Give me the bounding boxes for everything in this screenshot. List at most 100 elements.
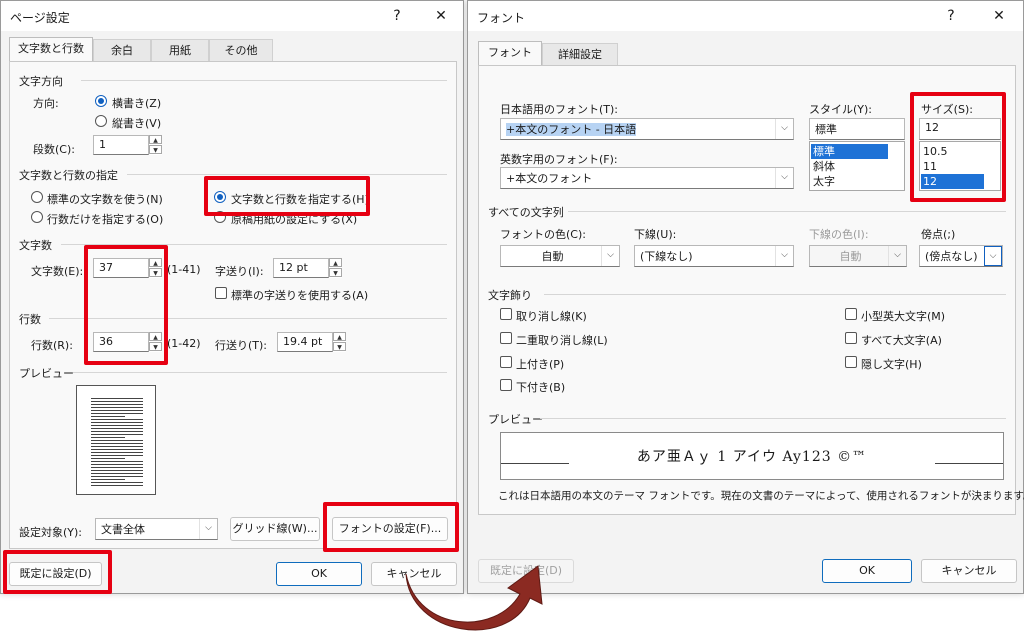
small-caps-label[interactable]: 小型英大文字(M) [861, 308, 945, 324]
style-input[interactable]: 標準 [809, 118, 905, 140]
tab-paper[interactable]: 用紙 [151, 39, 209, 61]
style-option-bold[interactable]: 太字 [811, 174, 888, 189]
line-pitch-spinner[interactable]: ▲ ▼ [333, 332, 346, 352]
chevron-down-icon[interactable]: ⌵ [775, 168, 793, 188]
ok-button[interactable]: OK [276, 562, 362, 586]
preview-text-line [91, 452, 143, 453]
underline-select[interactable]: (下線なし) ⌵ [634, 245, 794, 267]
line-pitch-input[interactable]: 19.4 pt [277, 332, 333, 352]
page-setup-titlebar: ページ設定 ? ✕ [1, 1, 463, 31]
preview-section-label: プレビュー [19, 367, 74, 380]
font-preview-box: あア亜Ａｙ 1 アイウ Ay123 ©™ [500, 432, 1004, 480]
tab-font[interactable]: フォント [478, 41, 542, 65]
lines-range: (1-42) [167, 337, 201, 350]
hidden-checkbox[interactable] [845, 356, 857, 368]
chevron-down-icon: ⌵ [888, 246, 906, 266]
vertical-radio-label[interactable]: 縦書き(V) [112, 115, 161, 131]
grid-lines-button[interactable]: グリッド線(W)... [230, 517, 320, 541]
tab-advanced[interactable]: 詳細設定 [542, 43, 618, 65]
chevron-down-icon[interactable]: ⌵ [199, 519, 217, 539]
horizontal-radio-label[interactable]: 横書き(Z) [112, 95, 161, 111]
preview-text-line [91, 440, 143, 441]
all-caps-label[interactable]: すべて大文字(A) [861, 332, 942, 348]
chevron-down-icon[interactable]: ⌵ [601, 246, 619, 266]
preview-text-line [91, 428, 143, 429]
char-pitch-label: 字送り(I): [215, 265, 264, 278]
preview-text-line [91, 410, 143, 411]
transition-arrow-icon [405, 565, 543, 631]
emphasis-select[interactable]: (傍点なし) ⌵ [919, 245, 1003, 267]
lines-only-radio[interactable] [31, 211, 43, 223]
arrow-body [405, 565, 543, 631]
double-strikethrough-label[interactable]: 二重取り消し線(L) [516, 332, 608, 348]
all-caps-checkbox[interactable] [845, 332, 857, 344]
font-ok-button[interactable]: OK [822, 559, 912, 583]
apply-to-select[interactable]: 文書全体 ⌵ [95, 518, 218, 540]
columns-spinner[interactable]: ▲ ▼ [149, 135, 162, 155]
effects-section-label: 文字飾り [488, 289, 532, 302]
preview-separator [73, 372, 447, 373]
style-list[interactable]: 標準 斜体 太字 [809, 141, 905, 191]
superscript-label[interactable]: 上付き(P) [516, 356, 564, 372]
standard-pitch-label[interactable]: 標準の字送りを使用する(A) [231, 287, 368, 303]
highlight-chars-lines-radio [204, 176, 370, 216]
style-option-regular[interactable]: 標準 [811, 144, 888, 159]
strikethrough-label[interactable]: 取り消し線(K) [516, 308, 587, 324]
page-setup-tabs: 文字数と行数 余白 用紙 その他 [9, 37, 459, 63]
double-strikethrough-checkbox[interactable] [500, 332, 512, 344]
font-preview-note: これは日本語用の本文のテーマ フォントです。現在の文書のテーマによって、使用され… [498, 490, 1024, 502]
spin-down-icon[interactable]: ▼ [333, 342, 346, 351]
tab-margins[interactable]: 余白 [93, 39, 151, 61]
emphasis-value: (傍点なし) [925, 250, 978, 263]
chevron-down-icon[interactable]: ⌵ [775, 119, 793, 139]
chevron-down-icon[interactable]: ⌵ [775, 246, 793, 266]
superscript-checkbox[interactable] [500, 356, 512, 368]
horizontal-radio[interactable] [95, 95, 107, 107]
close-icon[interactable]: ✕ [988, 5, 1010, 27]
vertical-radio[interactable] [95, 115, 107, 127]
char-pitch-spinner[interactable]: ▲ ▼ [329, 258, 342, 278]
en-font-select[interactable]: +本文のフォント ⌵ [500, 167, 794, 189]
small-caps-checkbox[interactable] [845, 308, 857, 320]
jp-font-select[interactable]: +本文のフォント - 日本語 ⌵ [500, 118, 794, 140]
preview-text-line [91, 419, 143, 420]
hidden-label[interactable]: 隠し文字(H) [861, 356, 922, 372]
preview-text-line [91, 431, 143, 432]
subscript-label[interactable]: 下付き(B) [516, 379, 565, 395]
font-preview-section-label: プレビュー [488, 413, 543, 426]
preview-text-line [91, 398, 143, 399]
standard-chars-radio[interactable] [31, 191, 43, 203]
strikethrough-checkbox[interactable] [500, 308, 512, 320]
preview-text-line [91, 401, 143, 402]
font-preview-separator [540, 418, 1006, 419]
spin-up-icon[interactable]: ▲ [329, 258, 342, 267]
char-pitch-input[interactable]: 12 pt [273, 258, 329, 278]
font-color-select[interactable]: 自動 ⌵ [500, 245, 620, 267]
standard-pitch-checkbox[interactable] [215, 287, 227, 299]
close-icon[interactable]: ✕ [430, 5, 452, 27]
spin-up-icon[interactable]: ▲ [333, 332, 346, 341]
spin-down-icon[interactable]: ▼ [149, 145, 162, 154]
direction-label: 方向: [33, 97, 59, 110]
tab-chars-lines[interactable]: 文字数と行数 [9, 37, 93, 61]
columns-input[interactable]: 1 [93, 135, 149, 155]
preview-text-line [91, 404, 143, 405]
font-titlebar: フォント ? ✕ [468, 1, 1023, 31]
preview-text-line [91, 443, 143, 444]
font-cancel-button[interactable]: キャンセル [921, 559, 1017, 583]
underline-color-value: 自動 [839, 250, 862, 263]
preview-text-line [91, 464, 143, 465]
lines-only-label[interactable]: 行数だけを指定する(O) [47, 211, 163, 227]
underline-color-label: 下線の色(I): [809, 228, 869, 241]
jp-font-value: +本文のフォント - 日本語 [506, 123, 637, 136]
style-option-italic[interactable]: 斜体 [811, 159, 888, 174]
spin-up-icon[interactable]: ▲ [149, 135, 162, 144]
help-icon[interactable]: ? [386, 5, 408, 27]
tab-other[interactable]: その他 [209, 39, 273, 61]
spin-down-icon[interactable]: ▼ [329, 268, 342, 277]
help-icon[interactable]: ? [940, 5, 962, 27]
apply-to-value: 文書全体 [101, 523, 145, 536]
subscript-checkbox[interactable] [500, 379, 512, 391]
chevron-down-icon[interactable]: ⌵ [984, 246, 1002, 266]
standard-chars-label[interactable]: 標準の文字数を使う(N) [47, 191, 163, 207]
